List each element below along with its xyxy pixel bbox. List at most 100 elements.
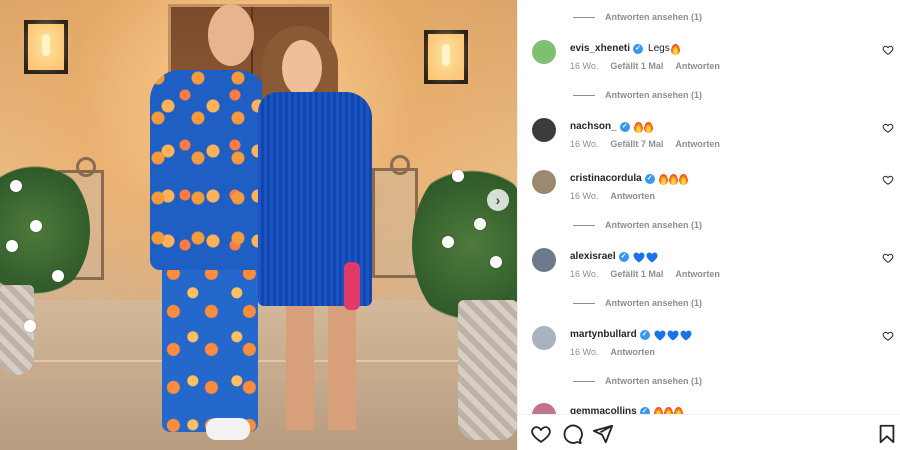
avatar[interactable]	[532, 326, 556, 350]
comment-time[interactable]: 16 Wo.	[570, 61, 598, 71]
reply-button[interactable]: Antworten	[610, 347, 655, 357]
avatar[interactable]	[532, 40, 556, 64]
comment-body: martynbullard ✓ 16 Wo. Antworten	[570, 328, 860, 357]
view-replies-label: Antworten ansehen (1)	[605, 298, 703, 308]
verified-badge-icon: ✓	[639, 407, 650, 414]
fire-emoji-icon	[653, 406, 663, 414]
blue-heart-emoji-icon	[654, 330, 666, 340]
heart-outline-icon[interactable]	[530, 423, 552, 445]
comment-bubble-icon[interactable]	[561, 423, 583, 445]
flower	[452, 170, 464, 182]
avatar[interactable]	[532, 170, 556, 194]
reply-button[interactable]: Antworten	[610, 191, 655, 201]
blue-heart-emoji-icon	[680, 330, 692, 340]
avatar[interactable]	[532, 403, 556, 414]
comment-username[interactable]: alexisrael	[570, 250, 616, 264]
comment-text: Legs	[648, 43, 670, 54]
blue-heart-emoji-icon	[667, 330, 679, 340]
replies-divider	[573, 302, 595, 304]
woman-legs	[276, 300, 366, 430]
pink-clutch	[344, 262, 360, 310]
post-photo: ›	[0, 0, 517, 450]
next-photo-button[interactable]: ›	[487, 189, 509, 211]
comment-likes[interactable]: Gefällt 7 Mal	[610, 139, 663, 149]
flower	[24, 320, 36, 332]
woman-face	[282, 40, 322, 96]
comment-nachson: nachson_ ✓ 16 Wo. Gefällt 7 Mal Antworten	[518, 118, 900, 158]
comment-time[interactable]: 16 Wo.	[570, 191, 598, 201]
verified-badge-icon: ✓	[619, 122, 630, 132]
like-comment-heart-icon[interactable]	[882, 122, 894, 134]
verified-badge-icon: ✓	[633, 44, 644, 54]
view-replies-label: Antworten ansehen (1)	[605, 220, 703, 230]
avatar[interactable]	[532, 118, 556, 142]
fire-emoji-icon	[678, 173, 688, 185]
flower	[52, 270, 64, 282]
view-replies-button[interactable]: Antworten ansehen (1)	[573, 295, 702, 311]
like-comment-heart-icon[interactable]	[882, 330, 894, 342]
comment-partial: gemmacollins ✓	[518, 403, 900, 414]
view-replies-label: Antworten ansehen (1)	[605, 90, 703, 100]
comment-username[interactable]: nachson_	[570, 120, 617, 134]
fire-emoji-icon	[663, 406, 673, 414]
fire-emoji-icon	[670, 43, 680, 55]
paper-plane-icon[interactable]	[592, 423, 614, 445]
bookmark-icon[interactable]	[876, 423, 898, 445]
comment-time[interactable]: 16 Wo.	[570, 139, 598, 149]
blue-heart-emoji-icon	[633, 252, 645, 262]
comment-time[interactable]: 16 Wo.	[570, 347, 598, 357]
comment-body: nachson_ ✓ 16 Wo. Gefällt 7 Mal Antworten	[570, 120, 860, 149]
comment-evis: evis_xheneti ✓ Legs 16 Wo. Gefällt 1 Mal Antw…	[518, 40, 900, 80]
comment-username[interactable]: cristinacordula	[570, 172, 642, 186]
fire-emoji-icon	[643, 121, 653, 133]
like-comment-heart-icon[interactable]	[882, 44, 894, 56]
view-replies-label: Antworten ansehen (1)	[605, 376, 703, 386]
comment-cristina: cristinacordula ✓ 16 Wo. Antworten	[518, 170, 900, 210]
verified-badge-icon: ✓	[618, 252, 629, 262]
flower	[490, 256, 502, 268]
man-pajama-shirt	[150, 70, 268, 270]
view-replies-button[interactable]: Antworten ansehen (1)	[573, 87, 702, 103]
step	[0, 360, 517, 380]
comment-username[interactable]: evis_xheneti	[570, 42, 630, 56]
flower	[6, 240, 18, 252]
comments-panel: Antworten ansehen (1) evis_xheneti ✓ Legs 1…	[517, 0, 900, 450]
fire-emoji-icon	[673, 406, 683, 414]
comment-time[interactable]: 16 Wo.	[570, 269, 598, 279]
like-comment-heart-icon[interactable]	[882, 174, 894, 186]
comment-martyn: martynbullard ✓ 16 Wo. Antworten	[518, 326, 900, 366]
comment-likes[interactable]: Gefällt 1 Mal	[610, 61, 663, 71]
comments-list[interactable]: Antworten ansehen (1) evis_xheneti ✓ Legs 1…	[518, 0, 900, 414]
post-action-bar	[518, 414, 900, 450]
comment-body: evis_xheneti ✓ Legs 16 Wo. Gefällt 1 Mal Antw…	[570, 42, 860, 71]
avatar[interactable]	[532, 248, 556, 272]
view-replies-button[interactable]: Antworten ansehen (1)	[573, 373, 702, 389]
blue-heart-emoji-icon	[646, 252, 658, 262]
wall-lamp-right	[424, 30, 468, 84]
chevron-right-icon: ›	[495, 192, 501, 208]
replies-divider	[573, 16, 595, 18]
reply-button[interactable]: Antworten	[675, 139, 720, 149]
reply-button[interactable]: Antworten	[675, 269, 720, 279]
comment-body: gemmacollins ✓	[570, 405, 860, 414]
replies-divider	[573, 380, 595, 382]
view-replies-button[interactable]: Antworten ansehen (1)	[573, 9, 702, 25]
flower	[474, 218, 486, 230]
comment-username[interactable]: gemmacollins	[570, 405, 637, 414]
comment-likes[interactable]: Gefällt 1 Mal	[610, 269, 663, 279]
pot-right	[458, 300, 517, 440]
wall-lamp-left	[24, 20, 68, 74]
flower	[30, 220, 42, 232]
comment-alexis: alexisrael ✓ 16 Wo. Gefällt 1 Mal Antworten	[518, 248, 900, 288]
man-head	[208, 4, 254, 66]
comment-username[interactable]: martynbullard	[570, 328, 637, 342]
fire-emoji-icon	[633, 121, 643, 133]
fire-emoji-icon	[668, 173, 678, 185]
man-trousers	[162, 262, 258, 432]
reply-button[interactable]: Antworten	[675, 61, 720, 71]
flower	[10, 180, 22, 192]
comment-body: cristinacordula ✓ 16 Wo. Antworten	[570, 172, 860, 201]
fire-emoji-icon	[658, 173, 668, 185]
view-replies-button[interactable]: Antworten ansehen (1)	[573, 217, 702, 233]
like-comment-heart-icon[interactable]	[882, 252, 894, 264]
